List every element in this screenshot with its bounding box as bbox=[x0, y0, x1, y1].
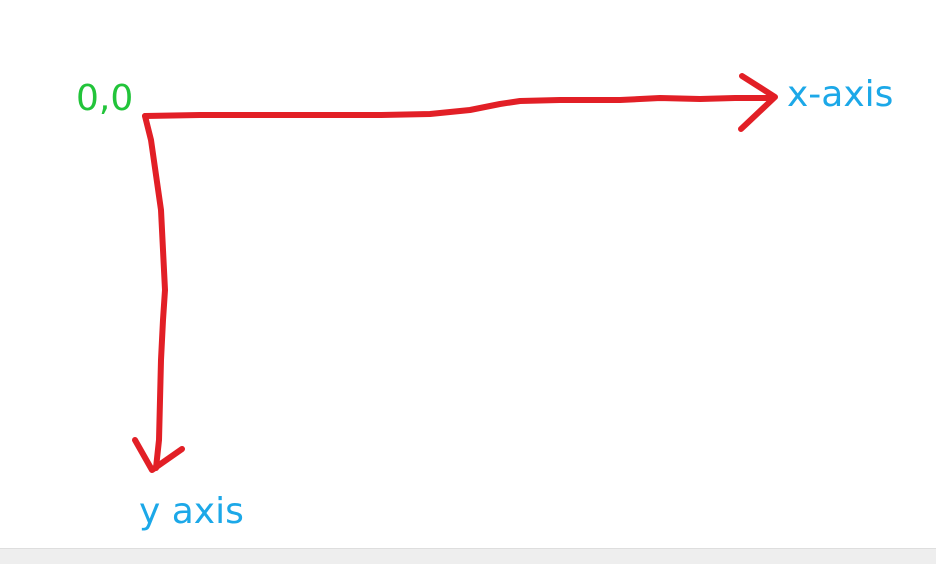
origin-label: 0,0 bbox=[76, 78, 134, 119]
y-axis-line bbox=[142, 113, 168, 471]
x-axis-label: x-axis bbox=[787, 74, 894, 115]
x-axis-line bbox=[142, 95, 776, 119]
bottom-strip bbox=[0, 548, 936, 564]
x-axis-arrowhead bbox=[738, 73, 778, 132]
y-axis-label: y axis bbox=[139, 491, 244, 532]
diagram-canvas: 0,0 x-axis y axis bbox=[0, 0, 936, 548]
